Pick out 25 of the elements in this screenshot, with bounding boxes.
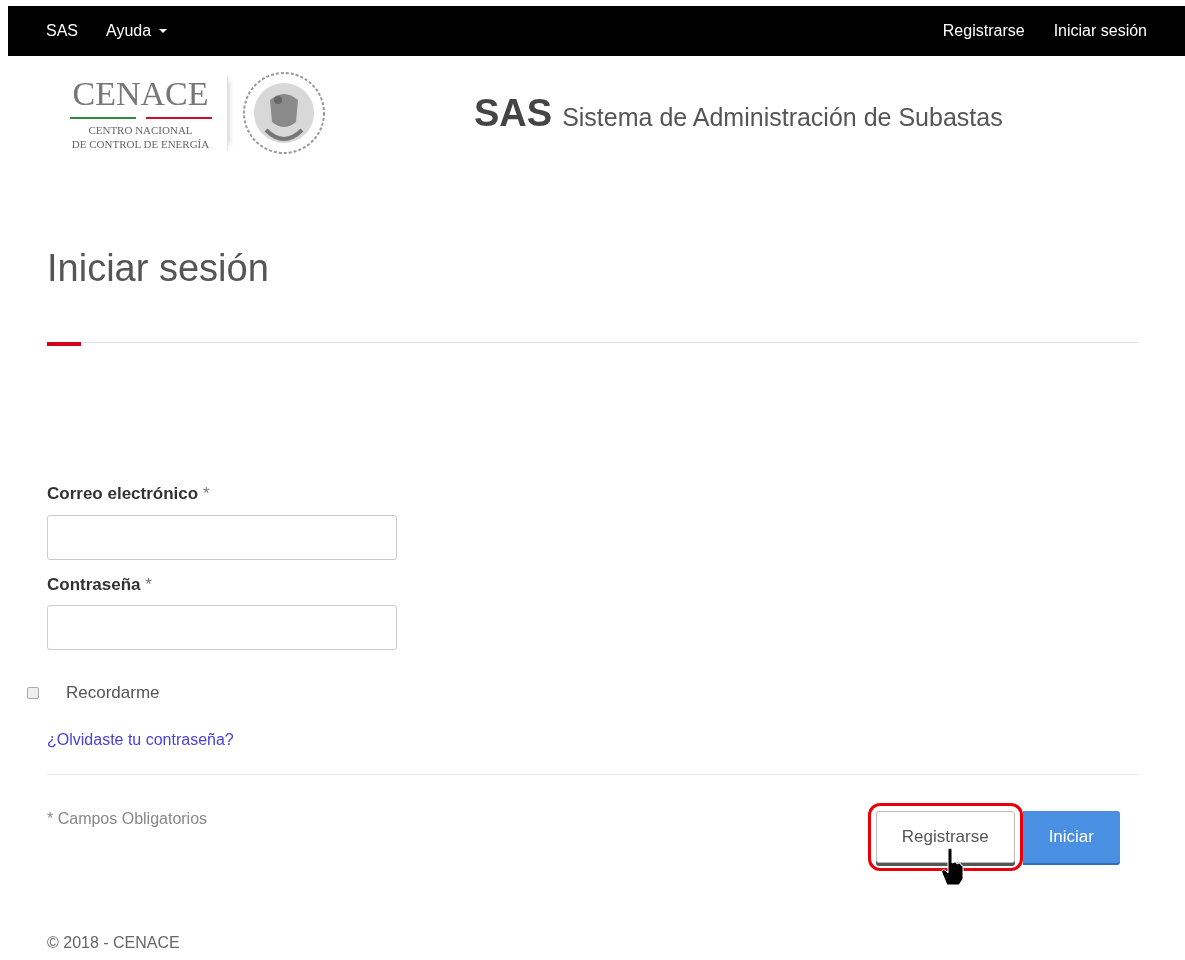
app-name: Sistema de Administración de Subastas	[562, 101, 1003, 133]
logo-subtitle: CENTRO NACIONAL	[88, 123, 193, 137]
help-menu[interactable]: Ayuda	[106, 19, 168, 43]
nav-link[interactable]: Iniciar sesión	[1053, 19, 1147, 43]
heading-accent	[47, 342, 81, 346]
field-label: Contraseña *	[47, 573, 153, 596]
brand-link[interactable]: SAS	[46, 19, 78, 43]
text-field[interactable]	[47, 605, 397, 650]
remember-label: Recordarme	[66, 682, 160, 704]
logo-subtitle: DE CONTROL DE ENERGÍA	[71, 137, 210, 151]
forgot-password-link[interactable]: ¿Olvidaste tu contraseña?	[47, 727, 1138, 752]
app-abbreviation: SAS	[474, 90, 553, 136]
copyright-footer: © 2018 - CENACE	[47, 930, 1138, 955]
caret-icon	[159, 29, 168, 33]
page-heading: Iniciar sesión	[47, 246, 270, 291]
logo-wordmark: CENACE	[72, 75, 209, 113]
logo-stripe	[145, 117, 212, 119]
remember-checkbox[interactable]	[27, 686, 39, 699]
required-note: * Campos Obligatorios	[47, 808, 208, 829]
nav-link[interactable]: Registrarse	[942, 19, 1025, 43]
logo-stripe	[69, 117, 136, 119]
hand-cursor-icon	[939, 846, 964, 887]
field-label: Correo electrónico *	[47, 483, 211, 505]
text-field[interactable]	[47, 514, 397, 560]
register-button[interactable]: Registrarse	[875, 810, 1015, 863]
